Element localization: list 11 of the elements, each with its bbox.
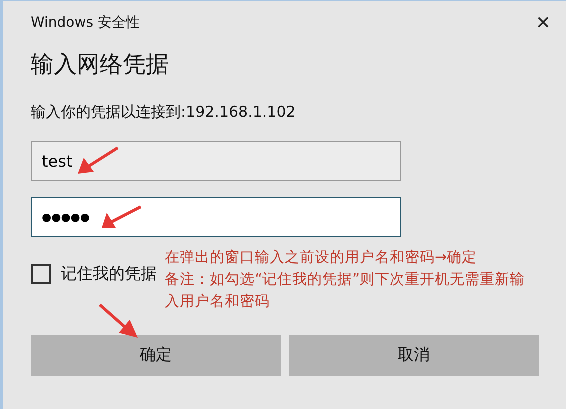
remember-label: 记住我的凭据 bbox=[61, 264, 157, 284]
annotation-text: 备注：如勾选“记住我的凭据”则下次重开机无需重新输入用户名和密码 bbox=[165, 270, 526, 312]
username-field[interactable]: test bbox=[31, 141, 401, 181]
dialog-heading: 输入网络凭据 bbox=[31, 51, 170, 80]
dialog-button[interactable]: 取消 bbox=[289, 335, 539, 376]
annotation-text: 在弹出的窗口输入之前设的用户名和密码→确定 bbox=[165, 248, 478, 268]
window-title: Windows 安全性 bbox=[31, 14, 140, 32]
close-button[interactable]: ✕ bbox=[524, 12, 563, 34]
dialog-button[interactable]: 确定 bbox=[31, 335, 281, 376]
password-field[interactable]: ●●●●● bbox=[31, 197, 401, 237]
prompt-text: 输入你的凭据以连接到:192.168.1.102 bbox=[31, 103, 297, 122]
